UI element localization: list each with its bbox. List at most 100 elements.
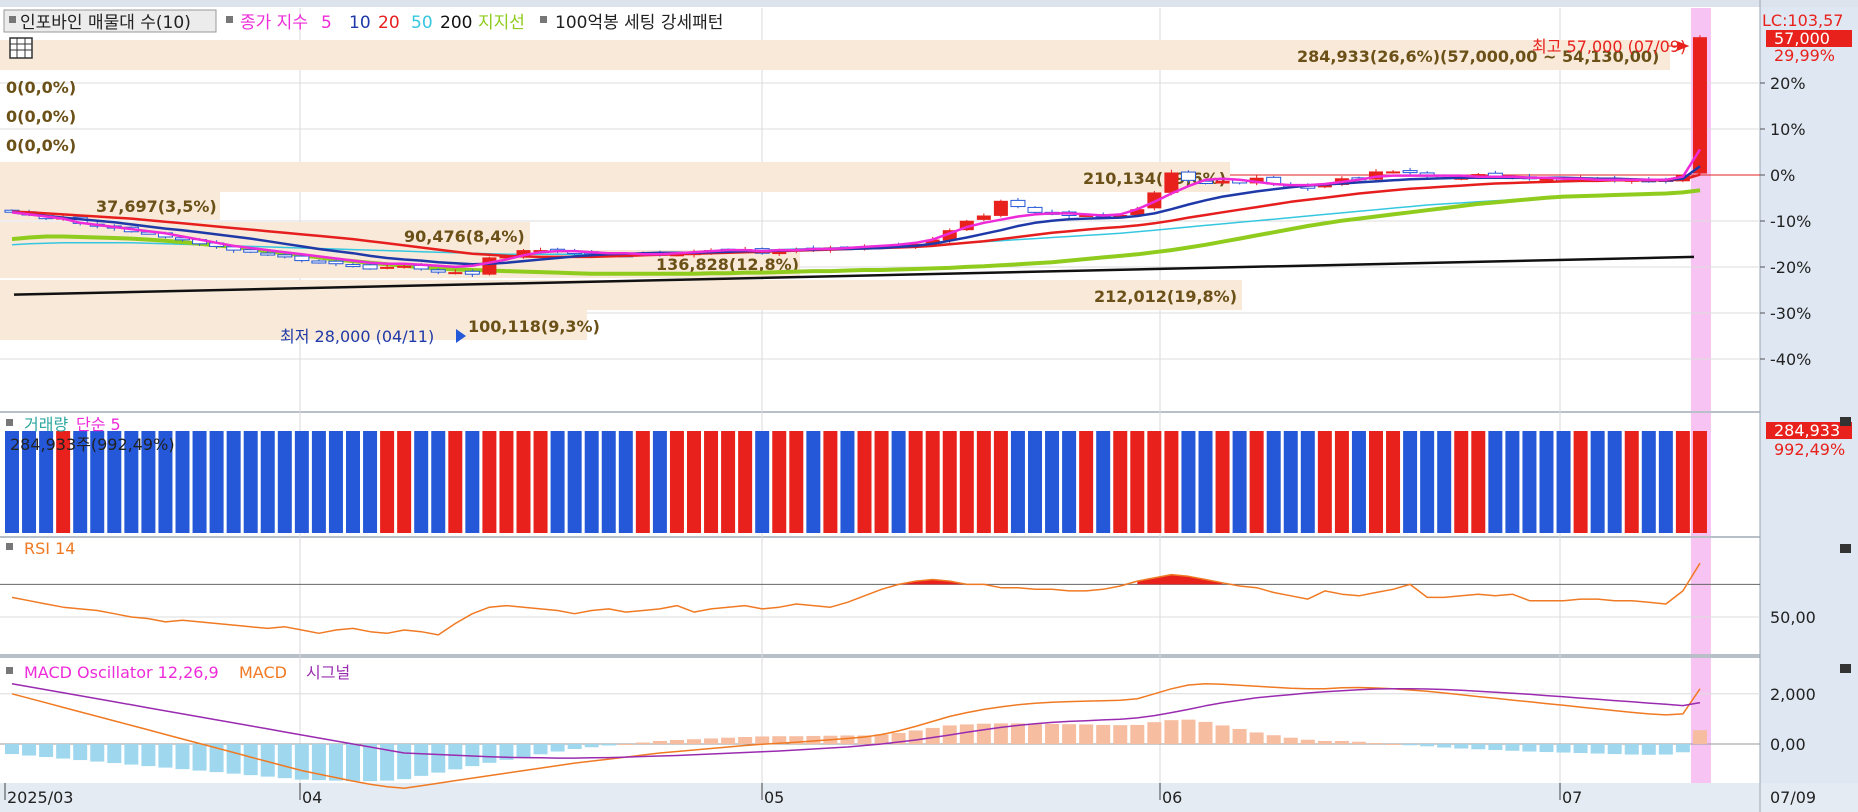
- candle-body: [1402, 170, 1418, 174]
- lc-label: LC:103,57: [1762, 11, 1843, 30]
- volume-bar: [1096, 431, 1111, 533]
- price-axis-tick-label: 0%: [1770, 166, 1795, 185]
- macd-oscillator-bar: [1300, 739, 1315, 744]
- volume-bar: [397, 431, 412, 533]
- candle-body: [1180, 171, 1196, 181]
- volume-bar: [1010, 431, 1025, 533]
- close-pane-icon: [1840, 544, 1851, 553]
- macd-oscillator-bar: [1437, 744, 1452, 748]
- macd-oscillator-bar: [22, 744, 37, 756]
- time-axis-label: 04: [302, 788, 322, 807]
- macd-oscillator-bar: [1488, 744, 1503, 751]
- macd-oscillator-bar: [1147, 722, 1162, 744]
- volume-bar: [550, 431, 565, 533]
- candle-body: [362, 264, 378, 270]
- volume-bar: [789, 431, 804, 533]
- macd-oscillator-bar: [1113, 725, 1128, 744]
- volume-bar: [1147, 431, 1162, 533]
- macd-oscillator-bar: [1505, 744, 1520, 751]
- macd-oscillator-bar: [1232, 728, 1247, 744]
- volume-bar: [1028, 431, 1042, 533]
- macd-oscillator-bar: [107, 744, 122, 764]
- volume-bar: [1675, 431, 1690, 533]
- pane-separator: [0, 654, 1760, 658]
- volume-bar: [687, 431, 701, 533]
- macd-oscillator-bar: [1692, 730, 1707, 744]
- legend-square-icon: [6, 543, 13, 550]
- volume-bar: [209, 431, 224, 533]
- price-axis-tick-label: -10%: [1770, 212, 1811, 231]
- volume-bar: [1505, 431, 1520, 533]
- macd-oscillator-bar: [584, 744, 599, 748]
- macd-oscillator-bar: [328, 744, 343, 781]
- close-pane-icon: [1840, 417, 1851, 426]
- volume-bar: [1488, 431, 1503, 533]
- volume-bar: [1334, 431, 1349, 533]
- volume-profile-label: 0(0,0%): [6, 78, 76, 97]
- macd-oscillator-bar: [1317, 740, 1332, 744]
- macd-oscillator-bar: [687, 739, 701, 744]
- volume-bar: [1590, 431, 1605, 533]
- macd-oscillator-bar: [431, 744, 446, 773]
- macd-oscillator-bar: [363, 744, 378, 782]
- macd-oscillator-bar: [1334, 740, 1349, 744]
- volume-bar: [806, 431, 821, 533]
- top-strip: [0, 0, 1858, 7]
- volume-bar: [260, 431, 275, 533]
- macd-oscillator-bar: [1045, 723, 1060, 744]
- macd-oscillator-bar: [1215, 725, 1230, 744]
- macd-oscillator-bar: [73, 744, 88, 761]
- macd-oscillator-bar: [652, 740, 667, 744]
- last-date-label: 07/09: [1770, 788, 1816, 807]
- macd-oscillator-bar: [1522, 744, 1537, 752]
- macd-oscillator-bar: [465, 744, 480, 767]
- support-legend-label: 지지선: [478, 13, 525, 33]
- legend-square-icon: [6, 419, 13, 426]
- table-icon: [9, 37, 33, 59]
- pane-separator: [0, 411, 1760, 413]
- volume-legend-label: 거래량: [24, 415, 68, 434]
- volume-bar: [1181, 431, 1196, 533]
- candle-body: [430, 269, 446, 273]
- macd-oscillator-bar: [1471, 744, 1486, 750]
- macd-oscillator-bar: [1198, 721, 1213, 744]
- volume-profile-label: 37,697(3,5%): [96, 197, 217, 216]
- macd-oscillator-bar: [277, 744, 292, 779]
- volume-bar: [1624, 431, 1639, 533]
- macd-oscillator-bar: [243, 744, 258, 776]
- macd-oscillator-bar: [1096, 724, 1111, 744]
- macd-oscillator-bar: [516, 744, 531, 758]
- legend-square-icon: [540, 16, 547, 23]
- volume-bar: [533, 431, 548, 533]
- volume-bar: [1215, 431, 1230, 533]
- volume-profile-label: 0(0,0%): [6, 136, 76, 155]
- volume-bar: [1198, 431, 1213, 533]
- candle-body: [1027, 206, 1043, 213]
- candle-body: [1215, 180, 1230, 184]
- low-price-label: 최저 28,000 (04/11): [280, 327, 434, 346]
- volume-bar: [499, 431, 514, 533]
- volume-bar: [993, 431, 1008, 533]
- time-axis-label: 07: [1562, 788, 1582, 807]
- volume-bar: [175, 431, 190, 533]
- macd-oscillator-bar: [1062, 724, 1077, 744]
- candle-body: [482, 257, 497, 275]
- macd-oscillator-bar: [1641, 744, 1656, 755]
- volume-bar: [311, 431, 326, 533]
- macd-oscillator-bar: [1369, 742, 1383, 744]
- volume-bar: [1249, 431, 1264, 533]
- volume-bar: [635, 431, 650, 533]
- volume-bar: [414, 431, 429, 533]
- macd-oscillator-bar: [294, 744, 309, 780]
- volume-bar: [1386, 431, 1401, 533]
- candle-body: [1010, 199, 1026, 208]
- volume-bar: [1300, 431, 1315, 533]
- volume-bar: [925, 431, 940, 533]
- volume-bar: [772, 431, 787, 533]
- macd-oscillator-bar: [1181, 719, 1196, 744]
- macd-oscillator-bar: [704, 738, 719, 744]
- macd-oscillator-bar: [618, 744, 633, 745]
- volume-bar: [1130, 431, 1145, 533]
- volume-bar: [431, 431, 446, 533]
- volume-bar: [1437, 431, 1452, 533]
